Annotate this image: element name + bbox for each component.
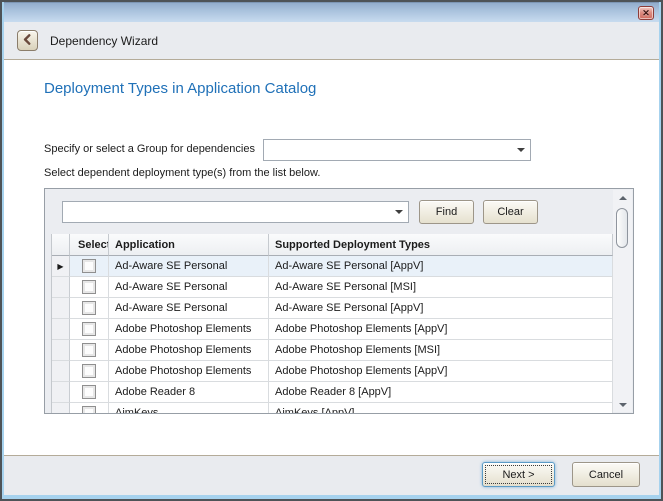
row-checkbox[interactable] <box>82 385 96 399</box>
row-select-cell <box>70 340 109 361</box>
row-marker-cell <box>52 277 70 298</box>
close-icon: ✕ <box>642 9 650 18</box>
find-button[interactable]: Find <box>419 200 474 224</box>
row-application-cell: Adobe Photoshop Elements <box>109 361 269 382</box>
row-marker-cell <box>52 403 70 414</box>
row-application-cell: Ad-Aware SE Personal <box>109 256 269 277</box>
wizard-header: Dependency Wizard <box>2 22 661 60</box>
scroll-down-icon <box>619 403 627 407</box>
scrollbar-thumb[interactable] <box>616 208 628 248</box>
row-checkbox[interactable] <box>82 343 96 357</box>
row-deployment-type-cell: Ad-Aware SE Personal [AppV] <box>269 256 613 277</box>
table-row[interactable]: Adobe Photoshop Elements Adobe Photoshop… <box>52 319 613 340</box>
row-checkbox[interactable] <box>82 301 96 315</box>
row-checkbox[interactable] <box>82 406 96 414</box>
scroll-up-button[interactable] <box>613 190 632 205</box>
row-select-cell <box>70 403 109 414</box>
row-checkbox[interactable] <box>82 322 96 336</box>
scroll-down-button[interactable] <box>613 397 632 412</box>
row-deployment-type-cell: Adobe Reader 8 [AppV] <box>269 382 613 403</box>
cancel-button[interactable]: Cancel <box>572 462 640 487</box>
row-application-cell: Adobe Photoshop Elements <box>109 319 269 340</box>
row-marker-cell <box>52 382 70 403</box>
close-button[interactable]: ✕ <box>638 6 654 20</box>
table-row[interactable]: Ad-Aware SE Personal Ad-Aware SE Persona… <box>52 277 613 298</box>
row-marker-cell <box>52 340 70 361</box>
vertical-scrollbar[interactable] <box>613 190 632 412</box>
table-row[interactable]: Ad-Aware SE Personal Ad-Aware SE Persona… <box>52 298 613 319</box>
row-deployment-type-cell: Ad-Aware SE Personal [AppV] <box>269 298 613 319</box>
back-button[interactable] <box>17 30 38 51</box>
search-combobox-dropdown-button[interactable] <box>390 202 408 222</box>
table-row[interactable]: Adobe Photoshop Elements Adobe Photoshop… <box>52 340 613 361</box>
search-combobox[interactable] <box>62 201 409 223</box>
page-title: Deployment Types in Application Catalog <box>44 80 316 97</box>
group-combobox-dropdown-button[interactable] <box>512 140 530 160</box>
clear-button[interactable]: Clear <box>483 200 538 224</box>
row-select-cell <box>70 298 109 319</box>
row-marker-cell: ▶ <box>52 256 70 277</box>
row-marker-header-cell <box>52 234 70 256</box>
table-header-row: Select Application Supported Deployment … <box>52 234 613 256</box>
row-checkbox[interactable] <box>82 364 96 378</box>
row-application-cell: AimKeys <box>109 403 269 414</box>
deployment-table: Select Application Supported Deployment … <box>51 234 613 414</box>
dependency-wizard-window: ✕ Dependency Wizard Deployment Types in … <box>0 0 663 501</box>
column-header-deployment-types[interactable]: Supported Deployment Types <box>269 234 613 256</box>
row-select-cell <box>70 382 109 403</box>
group-label: Specify or select a Group for dependenci… <box>44 143 255 155</box>
row-select-cell <box>70 361 109 382</box>
footer-bar: Next > Cancel <box>2 455 661 499</box>
row-marker-cell <box>52 361 70 382</box>
row-application-cell: Adobe Reader 8 <box>109 382 269 403</box>
next-button[interactable]: Next > <box>482 462 555 487</box>
column-header-application[interactable]: Application <box>109 234 269 256</box>
table-row[interactable]: Adobe Photoshop Elements Adobe Photoshop… <box>52 361 613 382</box>
chevron-down-icon <box>517 148 525 152</box>
deployment-list-panel: Find Clear Select Application Supported … <box>44 188 634 414</box>
row-application-cell: Ad-Aware SE Personal <box>109 277 269 298</box>
titlebar[interactable]: ✕ <box>2 2 661 22</box>
wizard-title: Dependency Wizard <box>50 34 158 48</box>
row-application-cell: Ad-Aware SE Personal <box>109 298 269 319</box>
column-header-select[interactable]: Select <box>70 234 109 256</box>
current-row-marker-icon: ▶ <box>57 262 63 271</box>
table-body: ▶ Ad-Aware SE Personal Ad-Aware SE Perso… <box>52 256 613 414</box>
row-checkbox[interactable] <box>82 280 96 294</box>
row-application-cell: Adobe Photoshop Elements <box>109 340 269 361</box>
table-row[interactable]: ▶ Ad-Aware SE Personal Ad-Aware SE Perso… <box>52 256 613 277</box>
row-deployment-type-cell: AimKeys [AppV] <box>269 403 613 414</box>
row-select-cell <box>70 319 109 340</box>
row-select-cell <box>70 277 109 298</box>
row-checkbox[interactable] <box>82 259 96 273</box>
row-deployment-type-cell: Adobe Photoshop Elements [AppV] <box>269 361 613 382</box>
table-row[interactable]: Adobe Reader 8 Adobe Reader 8 [AppV] <box>52 382 613 403</box>
back-chevron-icon <box>22 32 33 50</box>
group-combobox[interactable] <box>263 139 531 161</box>
table-row[interactable]: AimKeys AimKeys [AppV] <box>52 403 613 414</box>
list-instruction-label: Select dependent deployment type(s) from… <box>44 167 320 179</box>
scroll-up-icon <box>619 196 627 200</box>
row-deployment-type-cell: Adobe Photoshop Elements [MSI] <box>269 340 613 361</box>
row-deployment-type-cell: Ad-Aware SE Personal [MSI] <box>269 277 613 298</box>
chevron-down-icon <box>395 210 403 214</box>
row-select-cell <box>70 256 109 277</box>
row-deployment-type-cell: Adobe Photoshop Elements [AppV] <box>269 319 613 340</box>
row-marker-cell <box>52 298 70 319</box>
row-marker-cell <box>52 319 70 340</box>
